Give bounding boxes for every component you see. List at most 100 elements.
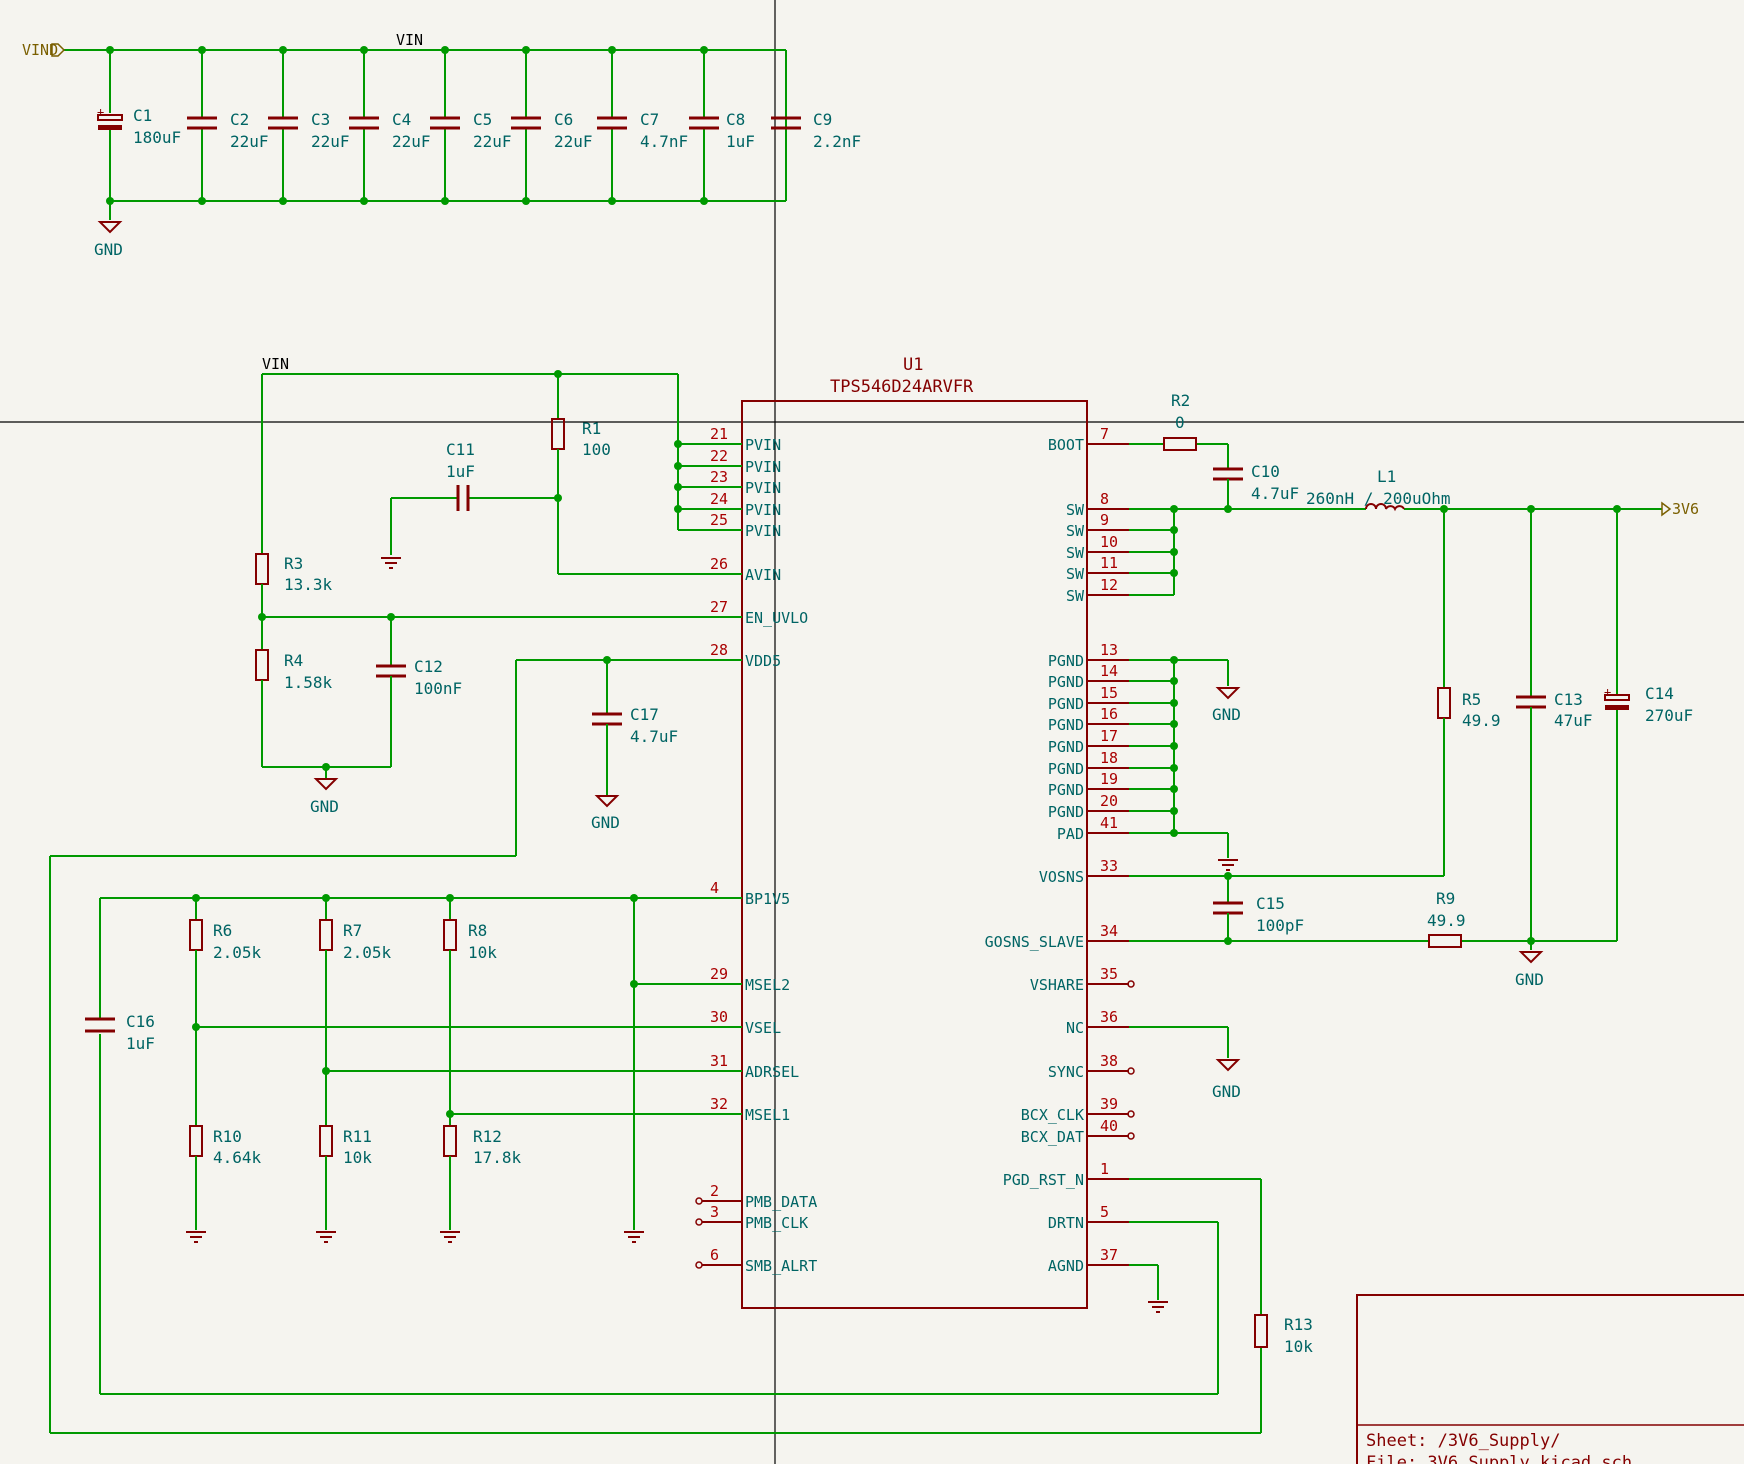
- capacitor-c17[interactable]: GND C17 4.7uF: [591, 660, 678, 832]
- capacitor-c16[interactable]: C16 1uF: [85, 1012, 155, 1053]
- l1-value: 260nH / 200uOhm: [1306, 489, 1451, 508]
- capacitor-c2[interactable]: C2 22uF: [187, 46, 269, 205]
- ic-pin-left[interactable]: 2 PMB_DATA: [702, 1182, 817, 1211]
- capacitor-c4[interactable]: C4 22uF: [349, 46, 431, 205]
- c9-value: 2.2nF: [813, 132, 861, 151]
- ic-pin-right[interactable]: 34 GOSNS_SLAVE: [985, 922, 1129, 951]
- pin-number: 29: [710, 965, 728, 983]
- pin-number: 21: [710, 425, 728, 443]
- ic-pin-left[interactable]: 6 SMB_ALRT: [702, 1246, 817, 1275]
- pin-number: 2: [710, 1182, 719, 1200]
- r12-ref: R12: [473, 1127, 502, 1146]
- pin-number: 38: [1100, 1052, 1118, 1070]
- c13-value: 47uF: [1554, 711, 1593, 730]
- resistor-r12[interactable]: R12 17.8k: [440, 1125, 522, 1243]
- vind-port[interactable]: VIND: [22, 41, 66, 59]
- capacitor-c10[interactable]: C10 4.7uF: [1213, 462, 1299, 509]
- ic-pin-left[interactable]: 32 MSEL1: [702, 1095, 790, 1124]
- gnd-symbol-top: GND: [94, 201, 123, 259]
- vsel-net: [192, 1023, 742, 1031]
- pin-name: SYNC: [1048, 1063, 1084, 1081]
- pin-number: 15: [1100, 684, 1118, 702]
- capacitor-c11[interactable]: C11 1uF: [381, 440, 558, 569]
- ic-u1[interactable]: U1 TPS546D24ARVFR: [741, 355, 1088, 1309]
- capacitor-c8[interactable]: C8 1uF: [689, 46, 755, 205]
- sw-net: [1129, 505, 1662, 596]
- resistor-r7[interactable]: R7 2.05k: [319, 898, 392, 1126]
- pin-name: GOSNS_SLAVE: [985, 933, 1084, 951]
- ic-pin-right[interactable]: 36 NC: [1066, 1008, 1129, 1037]
- pin-number: 4: [710, 879, 719, 897]
- capacitor-c13[interactable]: C13 47uF: [1516, 509, 1593, 950]
- ic-pin-left[interactable]: 29 MSEL2: [702, 965, 790, 994]
- resistor-r8[interactable]: R8 10k: [443, 898, 497, 1126]
- ic-pin-left[interactable]: 31 ADRSEL: [702, 1052, 799, 1081]
- pin-name: PGND: [1048, 716, 1084, 734]
- boot-net: [1129, 443, 1229, 469]
- pin-number: 30: [710, 1008, 728, 1026]
- ic-pin-left[interactable]: 4 BP1V5: [702, 879, 790, 908]
- c1-ref: C1: [133, 106, 152, 125]
- resistor-r11[interactable]: R11 10k: [316, 1125, 372, 1243]
- ic-pin-right[interactable]: 38 SYNC: [1048, 1052, 1129, 1081]
- r7-ref: R7: [343, 921, 362, 940]
- resistor-r5[interactable]: R5 49.9: [1437, 509, 1501, 876]
- title-block: Sheet: /3V6_Supply/ File: 3V6_Supply.kic…: [1356, 1294, 1744, 1464]
- ic-pin-right[interactable]: 5 DRTN: [1048, 1203, 1129, 1232]
- capacitor-c1[interactable]: + C1 180uF: [97, 46, 181, 205]
- resistor-r6[interactable]: R6 2.05k: [189, 898, 262, 1126]
- resistor-r13[interactable]: R13 10k: [1254, 1314, 1313, 1356]
- pin-number: 34: [1100, 922, 1118, 940]
- capacitor-c7[interactable]: C7 4.7nF: [597, 46, 688, 205]
- resistor-r2[interactable]: R2 0: [1163, 391, 1197, 451]
- svg-text:GND: GND: [1515, 970, 1544, 989]
- pin-number: 36: [1100, 1008, 1118, 1026]
- vin-net-label: VIN: [396, 31, 423, 49]
- pgnd-bus: GND: [1129, 656, 1241, 871]
- resistor-r10[interactable]: R10 4.64k: [186, 1125, 262, 1243]
- c17-ref: C17: [630, 705, 659, 724]
- resistor-r4[interactable]: R4 1.58k: [255, 649, 333, 767]
- pin-name: PGD_RST_N: [1003, 1171, 1084, 1189]
- pin-name: VOSNS: [1039, 868, 1084, 886]
- r3-ref: R3: [284, 554, 303, 573]
- ic-pin-right[interactable]: 1 PGD_RST_N: [1003, 1160, 1129, 1189]
- pin-name: VDD5: [745, 652, 781, 670]
- inductor-l1[interactable]: L1 260nH / 200uOhm: [1306, 467, 1451, 512]
- capacitor-c15[interactable]: C15 100pF: [1213, 876, 1304, 941]
- pin-number: 39: [1100, 1095, 1118, 1113]
- pin-name: PGND: [1048, 803, 1084, 821]
- ic-pin-left[interactable]: 27 EN_UVLO: [702, 598, 808, 627]
- ic-pin-right[interactable]: 33 VOSNS: [1039, 857, 1129, 886]
- r11-value: 10k: [343, 1148, 372, 1167]
- resistor-r3[interactable]: R3 13.3k: [255, 553, 333, 650]
- ic-pin-right[interactable]: 7 BOOT: [1048, 425, 1129, 454]
- capacitor-c5[interactable]: C5 22uF: [430, 46, 512, 205]
- c2-value: 22uF: [230, 132, 269, 151]
- capacitor-c14[interactable]: + C14 270uF: [1604, 509, 1693, 941]
- c3-value: 22uF: [311, 132, 350, 151]
- c17-value: 4.7uF: [630, 727, 678, 746]
- capacitor-c3[interactable]: C3 22uF: [268, 46, 350, 205]
- svg-text:+: +: [97, 105, 104, 119]
- ic-pin-right[interactable]: 8 SW: [1066, 490, 1129, 519]
- pin-name: PVIN: [745, 479, 781, 497]
- capacitor-c6[interactable]: C6 22uF: [511, 46, 593, 205]
- pin-number: 20: [1100, 792, 1118, 810]
- resistor-r9[interactable]: R9 49.9: [1427, 889, 1466, 948]
- capacitor-c12[interactable]: C12 100nF: [262, 617, 462, 771]
- r10-value: 4.64k: [213, 1148, 262, 1167]
- input-capacitor-bank: [64, 49, 787, 202]
- ic-pin-right[interactable]: 35 VSHARE: [1030, 965, 1129, 994]
- r4-value: 1.58k: [284, 673, 333, 692]
- capacitor-c9[interactable]: C9 2.2nF: [771, 110, 861, 151]
- pin-number: 32: [710, 1095, 728, 1113]
- svg-text:GND: GND: [1212, 1082, 1241, 1101]
- r2-value: 0: [1175, 413, 1185, 432]
- c11-ref: C11: [446, 440, 475, 459]
- pin-number: 16: [1100, 705, 1118, 723]
- c11-value: 1uF: [446, 462, 475, 481]
- ic-pin-right[interactable]: 37 AGND: [1048, 1246, 1129, 1275]
- pin-number: 19: [1100, 770, 1118, 788]
- pin-number: 17: [1100, 727, 1118, 745]
